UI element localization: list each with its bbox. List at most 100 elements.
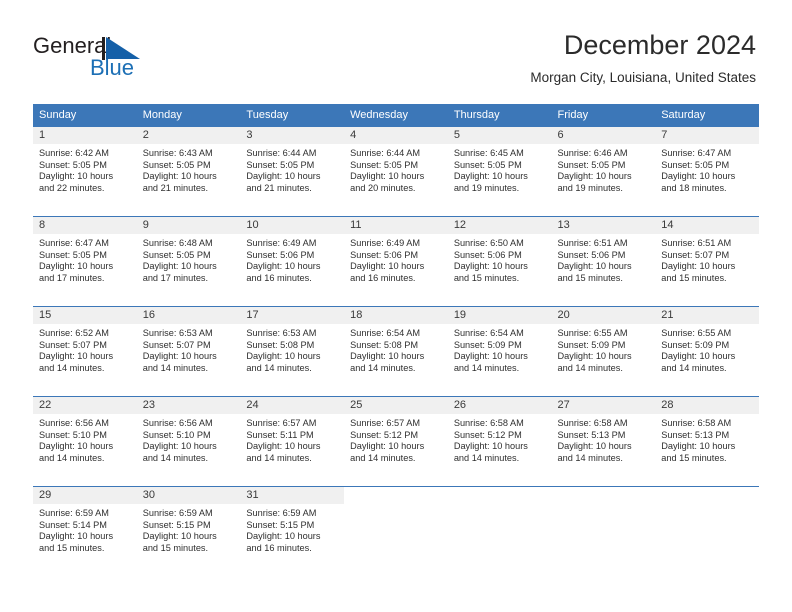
calendar-day-cell[interactable]: 24 Sunrise: 6:57 AM Sunset: 5:11 PM Dayl… xyxy=(240,396,345,478)
calendar-day-cell[interactable]: 8 Sunrise: 6:47 AM Sunset: 5:05 PM Dayli… xyxy=(33,216,137,298)
day-details: Sunrise: 6:59 AM Sunset: 5:14 PM Dayligh… xyxy=(33,504,137,554)
week-spacer xyxy=(33,478,759,486)
daylight-text-line1: Daylight: 10 hours xyxy=(39,531,114,542)
sunset-text: Sunset: 5:06 PM xyxy=(350,249,419,260)
day-cell-inner-empty xyxy=(551,486,656,568)
sunrise-text: Sunrise: 6:43 AM xyxy=(142,148,213,158)
calendar-day-cell[interactable]: 31 Sunrise: 6:59 AM Sunset: 5:15 PM Dayl… xyxy=(240,486,345,568)
sunset-text: Sunset: 5:05 PM xyxy=(39,159,107,170)
day-details: Sunrise: 6:47 AM Sunset: 5:05 PM Dayligh… xyxy=(655,144,759,194)
day-cell-inner: 23 Sunrise: 6:56 AM Sunset: 5:10 PM Dayl… xyxy=(136,396,241,478)
calendar-day-cell[interactable]: 1 Sunrise: 6:42 AM Sunset: 5:05 PM Dayli… xyxy=(33,126,137,208)
day-details: Sunrise: 6:51 AM Sunset: 5:07 PM Dayligh… xyxy=(655,234,759,284)
sunset-text: Sunset: 5:12 PM xyxy=(350,429,419,440)
sunset-text: Sunset: 5:05 PM xyxy=(246,159,315,170)
general-blue-logo[interactable]: General Blue xyxy=(33,33,203,85)
calendar-day-cell[interactable]: 11 Sunrise: 6:49 AM Sunset: 5:06 PM Dayl… xyxy=(344,216,448,298)
calendar-day-cell[interactable]: 19 Sunrise: 6:54 AM Sunset: 5:09 PM Dayl… xyxy=(447,306,552,388)
calendar-day-cell[interactable]: 14 Sunrise: 6:51 AM Sunset: 5:07 PM Dayl… xyxy=(655,216,759,298)
day-cell-inner: 18 Sunrise: 6:54 AM Sunset: 5:08 PM Dayl… xyxy=(344,306,448,388)
calendar-day-cell[interactable]: 29 Sunrise: 6:59 AM Sunset: 5:14 PM Dayl… xyxy=(33,486,137,568)
day-details: Sunrise: 6:54 AM Sunset: 5:08 PM Dayligh… xyxy=(344,324,448,374)
sunrise-text: Sunrise: 6:49 AM xyxy=(350,238,421,248)
calendar-week-row: 8 Sunrise: 6:47 AM Sunset: 5:05 PM Dayli… xyxy=(33,216,759,298)
day-cell-inner: 17 Sunrise: 6:53 AM Sunset: 5:08 PM Dayl… xyxy=(240,306,345,388)
day-number: 1 xyxy=(33,127,137,144)
sunrise-text: Sunrise: 6:51 AM xyxy=(661,238,732,248)
sunrise-text: Sunrise: 6:58 AM xyxy=(557,418,628,428)
calendar-day-cell[interactable]: 12 Sunrise: 6:50 AM Sunset: 5:06 PM Dayl… xyxy=(447,216,552,298)
calendar-day-cell[interactable]: 30 Sunrise: 6:59 AM Sunset: 5:15 PM Dayl… xyxy=(136,486,241,568)
calendar-day-cell[interactable]: 16 Sunrise: 6:53 AM Sunset: 5:07 PM Dayl… xyxy=(136,306,241,388)
calendar-week-row: 22 Sunrise: 6:56 AM Sunset: 5:10 PM Dayl… xyxy=(33,396,759,478)
calendar-day-cell[interactable]: 10 Sunrise: 6:49 AM Sunset: 5:06 PM Dayl… xyxy=(240,216,345,298)
title-block: December 2024 Morgan City, Louisiana, Un… xyxy=(530,28,756,88)
daylight-text-line1: Daylight: 10 hours xyxy=(39,171,114,182)
calendar-day-cell[interactable]: 3 Sunrise: 6:44 AM Sunset: 5:05 PM Dayli… xyxy=(240,126,345,208)
calendar-day-cell[interactable]: 17 Sunrise: 6:53 AM Sunset: 5:08 PM Dayl… xyxy=(240,306,345,388)
weekday-header-tuesday: Tuesday xyxy=(240,104,345,126)
day-cell-inner: 29 Sunrise: 6:59 AM Sunset: 5:14 PM Dayl… xyxy=(33,486,137,568)
daylight-text-line1: Daylight: 10 hours xyxy=(142,351,217,362)
day-number: 17 xyxy=(240,307,345,324)
day-details: Sunrise: 6:51 AM Sunset: 5:06 PM Dayligh… xyxy=(552,234,656,284)
daylight-text-line2: and 15 minutes. xyxy=(557,272,623,283)
day-number: 31 xyxy=(240,487,345,504)
calendar-day-cell[interactable]: 26 Sunrise: 6:58 AM Sunset: 5:12 PM Dayl… xyxy=(447,396,552,478)
calendar-day-cell[interactable]: 5 Sunrise: 6:45 AM Sunset: 5:05 PM Dayli… xyxy=(447,126,552,208)
daylight-text-line2: and 14 minutes. xyxy=(661,362,727,373)
sunrise-text: Sunrise: 6:47 AM xyxy=(39,238,109,248)
calendar-day-cell[interactable]: 15 Sunrise: 6:52 AM Sunset: 5:07 PM Dayl… xyxy=(33,306,137,388)
daylight-text-line1: Daylight: 10 hours xyxy=(246,261,321,272)
daylight-text-line2: and 14 minutes. xyxy=(557,362,623,373)
day-cell-inner-empty xyxy=(447,486,552,568)
daylight-text-line1: Daylight: 10 hours xyxy=(661,441,736,452)
daylight-text-line1: Daylight: 10 hours xyxy=(557,441,632,452)
sunset-text: Sunset: 5:10 PM xyxy=(142,429,211,440)
daylight-text-line2: and 17 minutes. xyxy=(142,272,209,283)
day-number: 25 xyxy=(344,397,448,414)
day-cell-inner: 15 Sunrise: 6:52 AM Sunset: 5:07 PM Dayl… xyxy=(33,306,137,388)
calendar-day-cell[interactable]: 23 Sunrise: 6:56 AM Sunset: 5:10 PM Dayl… xyxy=(136,396,241,478)
daylight-text-line2: and 14 minutes. xyxy=(350,452,416,463)
calendar-day-cell[interactable]: 7 Sunrise: 6:47 AM Sunset: 5:05 PM Dayli… xyxy=(655,126,759,208)
calendar-day-cell[interactable]: 13 Sunrise: 6:51 AM Sunset: 5:06 PM Dayl… xyxy=(551,216,656,298)
calendar-day-cell[interactable]: 21 Sunrise: 6:55 AM Sunset: 5:09 PM Dayl… xyxy=(655,306,759,388)
daylight-text-line2: and 15 minutes. xyxy=(661,272,727,283)
sunrise-text: Sunrise: 6:47 AM xyxy=(661,148,732,158)
calendar-day-cell[interactable]: 20 Sunrise: 6:55 AM Sunset: 5:09 PM Dayl… xyxy=(551,306,656,388)
calendar-day-cell-empty xyxy=(655,486,759,568)
day-number: 26 xyxy=(447,397,552,414)
sunrise-text: Sunrise: 6:48 AM xyxy=(142,238,213,248)
calendar-day-cell[interactable]: 27 Sunrise: 6:58 AM Sunset: 5:13 PM Dayl… xyxy=(551,396,656,478)
calendar-day-cell[interactable]: 9 Sunrise: 6:48 AM Sunset: 5:05 PM Dayli… xyxy=(136,216,241,298)
day-number: 15 xyxy=(33,307,137,324)
day-number: 20 xyxy=(551,307,656,324)
calendar-day-cell[interactable]: 25 Sunrise: 6:57 AM Sunset: 5:12 PM Dayl… xyxy=(344,396,448,478)
day-number: 24 xyxy=(240,397,345,414)
calendar-day-cell[interactable]: 22 Sunrise: 6:56 AM Sunset: 5:10 PM Dayl… xyxy=(33,396,137,478)
day-details: Sunrise: 6:59 AM Sunset: 5:15 PM Dayligh… xyxy=(240,504,344,554)
week-spacer xyxy=(33,208,759,216)
calendar-day-cell[interactable]: 28 Sunrise: 6:58 AM Sunset: 5:13 PM Dayl… xyxy=(655,396,759,478)
sunset-text: Sunset: 5:05 PM xyxy=(142,249,211,260)
sunset-text: Sunset: 5:09 PM xyxy=(661,339,730,350)
calendar-day-cell[interactable]: 4 Sunrise: 6:44 AM Sunset: 5:05 PM Dayli… xyxy=(344,126,448,208)
day-details: Sunrise: 6:53 AM Sunset: 5:07 PM Dayligh… xyxy=(137,324,241,374)
day-cell-inner: 1 Sunrise: 6:42 AM Sunset: 5:05 PM Dayli… xyxy=(33,126,137,208)
sunset-text: Sunset: 5:06 PM xyxy=(557,249,626,260)
daylight-text-line2: and 18 minutes. xyxy=(661,182,727,193)
calendar-day-cell[interactable]: 2 Sunrise: 6:43 AM Sunset: 5:05 PM Dayli… xyxy=(136,126,241,208)
sunset-text: Sunset: 5:05 PM xyxy=(453,159,522,170)
day-number: 5 xyxy=(447,127,552,144)
daylight-text-line1: Daylight: 10 hours xyxy=(661,351,736,362)
calendar-day-cell[interactable]: 18 Sunrise: 6:54 AM Sunset: 5:08 PM Dayl… xyxy=(344,306,448,388)
day-cell-inner: 4 Sunrise: 6:44 AM Sunset: 5:05 PM Dayli… xyxy=(344,126,448,208)
daylight-text-line2: and 14 minutes. xyxy=(39,452,105,463)
day-details: Sunrise: 6:45 AM Sunset: 5:05 PM Dayligh… xyxy=(448,144,552,194)
calendar-day-cell[interactable]: 6 Sunrise: 6:46 AM Sunset: 5:05 PM Dayli… xyxy=(551,126,656,208)
sunset-text: Sunset: 5:14 PM xyxy=(39,519,107,530)
daylight-text-line2: and 20 minutes. xyxy=(350,182,416,193)
sunrise-text: Sunrise: 6:55 AM xyxy=(661,328,732,338)
daylight-text-line1: Daylight: 10 hours xyxy=(453,441,528,452)
